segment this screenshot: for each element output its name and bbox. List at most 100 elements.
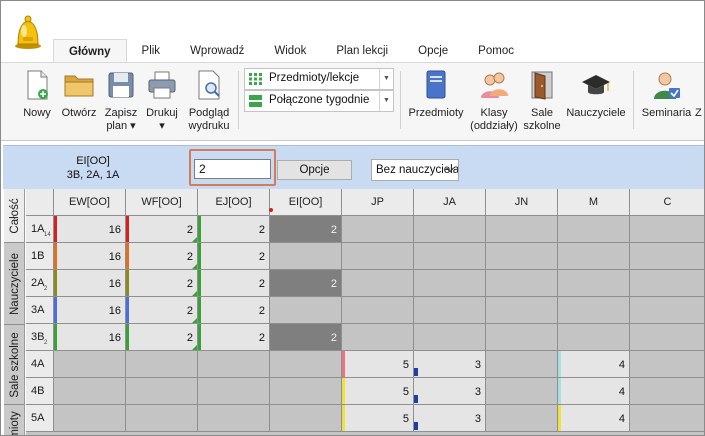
grid-cell[interactable]: 4 xyxy=(558,351,630,378)
column-header[interactable]: WF[OO] xyxy=(126,189,198,216)
grid-cell[interactable] xyxy=(558,324,630,351)
grid-cell[interactable] xyxy=(486,216,558,243)
grid-cell[interactable] xyxy=(486,270,558,297)
grid-cell[interactable] xyxy=(630,243,704,270)
row-header[interactable]: 4B xyxy=(26,378,54,405)
grid-cell[interactable] xyxy=(270,405,342,432)
grid-cell[interactable]: 4 xyxy=(558,378,630,405)
grid-cell[interactable]: 3 xyxy=(414,378,486,405)
open-button[interactable]: Otwórz xyxy=(57,67,101,137)
grid-cell[interactable] xyxy=(414,270,486,297)
grid-cell[interactable]: 2 xyxy=(126,270,198,297)
view-mode-combo[interactable]: Przedmioty/lekcje ▼ xyxy=(244,68,394,90)
side-tab-nauczyciele[interactable]: Nauczyciele xyxy=(4,243,24,325)
row-header[interactable]: 2A 2 xyxy=(26,270,54,297)
print-preview-button[interactable]: Podgląd wydruku xyxy=(184,67,234,137)
grid-cell[interactable]: 2 xyxy=(198,297,270,324)
grid-cell[interactable]: 2 xyxy=(126,324,198,351)
grid-cell[interactable] xyxy=(126,405,198,432)
grid-cell[interactable] xyxy=(486,243,558,270)
grid-cell[interactable] xyxy=(414,297,486,324)
tab-wprowadz[interactable]: Wprowadź xyxy=(175,39,259,63)
grid-cell[interactable] xyxy=(342,270,414,297)
grid-cell[interactable] xyxy=(486,405,558,432)
row-header[interactable]: 1B xyxy=(26,243,54,270)
column-header[interactable]: JA xyxy=(414,189,486,216)
grid-cell[interactable]: 2 xyxy=(270,270,342,297)
more-button[interactable]: Z xyxy=(695,67,704,137)
grid-cell[interactable] xyxy=(558,270,630,297)
teachers-button[interactable]: Nauczyciele xyxy=(564,67,628,137)
new-button[interactable]: Nowy xyxy=(17,67,57,137)
grid-cell[interactable] xyxy=(486,324,558,351)
grid-cell[interactable] xyxy=(486,351,558,378)
column-header[interactable]: EJ[OO] xyxy=(198,189,270,216)
grid-cell[interactable] xyxy=(630,216,704,243)
grid-cell[interactable]: 16 xyxy=(54,324,126,351)
grid-cell[interactable] xyxy=(558,297,630,324)
grid-cell[interactable]: 2 xyxy=(126,216,198,243)
grid-cell[interactable]: 3 xyxy=(414,351,486,378)
grid-cell[interactable] xyxy=(54,378,126,405)
print-button[interactable]: Drukuj ▾ xyxy=(142,67,182,137)
grid-cell[interactable] xyxy=(414,243,486,270)
grid-cell[interactable] xyxy=(270,351,342,378)
grid-cell[interactable] xyxy=(630,270,704,297)
save-plan-button[interactable]: Zapisz plan ▾ xyxy=(101,67,141,137)
grid-cell[interactable] xyxy=(198,378,270,405)
grid-cell[interactable] xyxy=(198,351,270,378)
grid-cell[interactable]: 2 xyxy=(198,243,270,270)
grid-cell[interactable] xyxy=(558,243,630,270)
grid-cell[interactable] xyxy=(558,216,630,243)
grid-cell[interactable]: 2 xyxy=(270,216,342,243)
tab-opcje[interactable]: Opcje xyxy=(403,39,463,63)
grid-cell[interactable] xyxy=(342,324,414,351)
side-tab-przedmioty[interactable]: mioty xyxy=(4,405,24,435)
grid-cell[interactable]: 2 xyxy=(126,297,198,324)
tab-plik[interactable]: Plik xyxy=(127,39,176,63)
grid-cell[interactable] xyxy=(486,378,558,405)
grid-cell[interactable]: 2 xyxy=(198,324,270,351)
tab-glowny[interactable]: Główny xyxy=(53,39,127,63)
classes-button[interactable]: Klasy (oddziały) xyxy=(468,67,520,137)
side-tab-sale[interactable]: Sale szkolne xyxy=(4,325,24,405)
grid-cell[interactable] xyxy=(630,297,704,324)
grid-cell[interactable] xyxy=(630,351,704,378)
tab-widok[interactable]: Widok xyxy=(259,39,321,63)
grid-cell[interactable]: 2 xyxy=(270,324,342,351)
grid-cell[interactable]: 16 xyxy=(54,216,126,243)
grid-cell[interactable] xyxy=(270,243,342,270)
column-header[interactable]: C xyxy=(630,189,704,216)
grid-cell[interactable] xyxy=(126,378,198,405)
grid-cell[interactable]: 4 xyxy=(558,405,630,432)
subjects-button[interactable]: Przedmioty xyxy=(405,67,467,137)
grid-cell[interactable] xyxy=(630,324,704,351)
row-header[interactable]: 3B 2 xyxy=(26,324,54,351)
grid-cell[interactable] xyxy=(198,405,270,432)
bell-logo-icon[interactable] xyxy=(13,13,43,51)
grid-cell[interactable]: 5 xyxy=(342,405,414,432)
weeks-combo[interactable]: Połączone tygodnie ▼ xyxy=(244,90,394,112)
grid-cell[interactable] xyxy=(414,324,486,351)
options-button[interactable]: Opcje xyxy=(277,160,352,180)
row-header[interactable]: 3A xyxy=(26,297,54,324)
column-header[interactable]: EI[OO] xyxy=(270,189,342,216)
grid-cell[interactable]: 16 xyxy=(54,270,126,297)
grid-cell[interactable] xyxy=(54,351,126,378)
grid-cell[interactable]: 2 xyxy=(126,243,198,270)
grid-cell[interactable] xyxy=(342,243,414,270)
grid-cell[interactable] xyxy=(630,378,704,405)
column-header[interactable]: M xyxy=(558,189,630,216)
grid-cell[interactable] xyxy=(342,297,414,324)
tab-plan-lekcji[interactable]: Plan lekcji xyxy=(321,39,403,63)
row-header[interactable]: 4A xyxy=(26,351,54,378)
combo-arrow-icon[interactable]: ▼ xyxy=(379,69,393,89)
column-header[interactable]: EW[OO] xyxy=(54,189,126,216)
side-tab-calosc[interactable]: Całość xyxy=(4,189,24,243)
column-header[interactable]: JP xyxy=(342,189,414,216)
grid-cell[interactable] xyxy=(630,405,704,432)
grid-cell[interactable]: 5 xyxy=(342,378,414,405)
rooms-button[interactable]: Sale szkolne xyxy=(521,67,563,137)
grid-cell[interactable] xyxy=(270,297,342,324)
row-header[interactable]: 1A 14 xyxy=(26,216,54,243)
